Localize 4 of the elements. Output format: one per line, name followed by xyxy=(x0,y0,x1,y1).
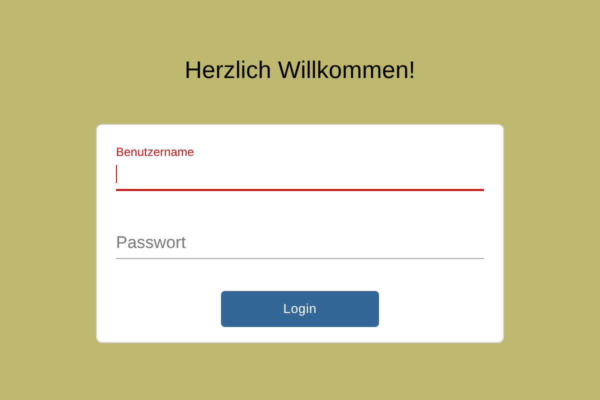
password-field[interactable]: Passwort xyxy=(116,211,484,259)
welcome-heading: Herzlich Willkommen! xyxy=(184,56,416,86)
username-field[interactable]: Benutzername xyxy=(116,143,484,191)
login-button[interactable]: Login xyxy=(221,291,379,327)
